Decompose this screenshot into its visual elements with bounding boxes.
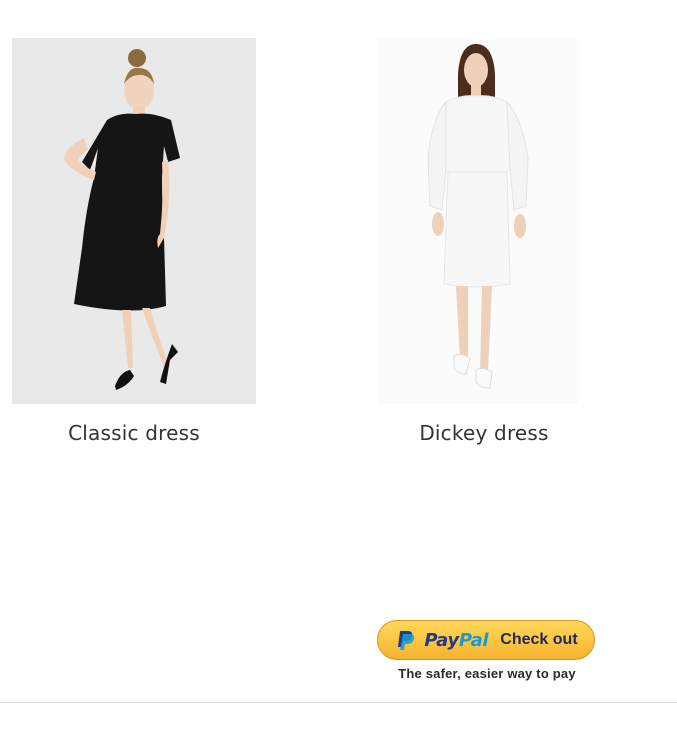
product-image-classic-dress[interactable] [12,38,256,404]
product-name[interactable]: Dickey dress [362,421,606,445]
paypal-wordmark-pay: Pay [424,629,459,651]
product-image-dickey-dress[interactable] [362,38,606,404]
product-card-classic-dress[interactable]: Classic dress [12,38,256,445]
paypal-checkout-label: Check out [500,631,578,648]
paypal-wordmark-pal: Pal [458,629,489,651]
product-card-dickey-dress[interactable]: Dickey dress [362,38,606,445]
paypal-checkout: PayPal Check out The safer, easier way t… [377,620,597,681]
paypal-logo-icon [398,631,415,650]
divider [0,702,677,703]
product-page: Classic dress Dickey dress PayPal Check … [0,0,677,732]
paypal-tagline: The safer, easier way to pay [398,666,576,681]
paypal-checkout-button[interactable]: PayPal Check out [377,620,595,660]
product-name[interactable]: Classic dress [12,421,256,445]
paypal-wordmark: PayPal [424,630,488,651]
